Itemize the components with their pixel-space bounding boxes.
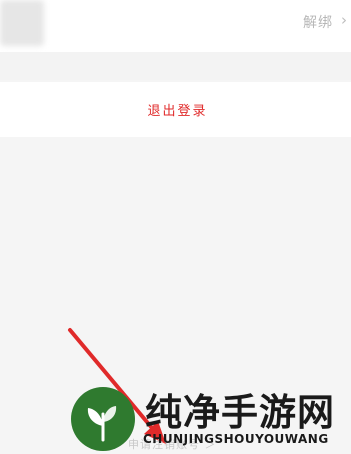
leaf-logo-icon <box>71 387 135 451</box>
watermark-title: 纯净手游网 <box>145 391 335 434</box>
watermark-subtitle: CHUNJINGSHOUYOUWANG <box>143 432 329 446</box>
